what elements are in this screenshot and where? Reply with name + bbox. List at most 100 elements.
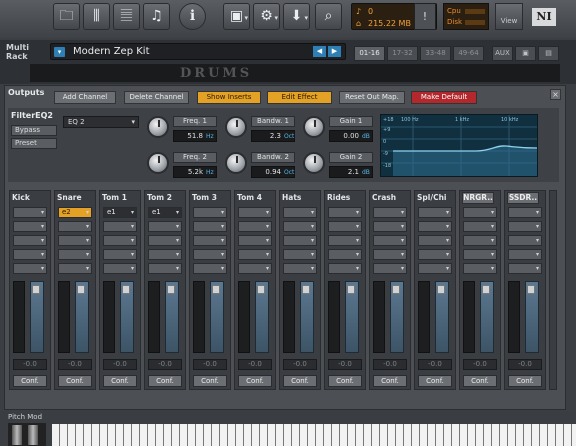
freq2-knob[interactable] [147, 152, 169, 174]
insert-slot[interactable] [328, 263, 362, 274]
search-icon[interactable]: ⌕ [315, 3, 342, 30]
fader-handle[interactable] [32, 285, 40, 294]
save-multi-icon[interactable]: ▣ [515, 46, 536, 61]
fader-handle[interactable] [527, 285, 535, 294]
info-icon[interactable]: ℹ [179, 3, 206, 30]
insert-slot[interactable] [418, 249, 452, 260]
insert-slot[interactable]: e1 [148, 207, 182, 218]
reset-out-map-button[interactable]: Reset Out Map. [339, 91, 405, 104]
insert-slot[interactable] [103, 221, 137, 232]
insert-slot[interactable] [463, 263, 497, 274]
insert-slot[interactable] [463, 221, 497, 232]
edit-effect-button[interactable]: Edit Effect [267, 91, 332, 104]
insert-slot[interactable] [193, 263, 227, 274]
gear-icon[interactable]: ⚙ [253, 3, 280, 31]
config-button[interactable]: Conf. [13, 375, 47, 387]
multi-name-field[interactable]: ▾ Modern Zep Kit ◀ ▶ [50, 43, 346, 60]
insert-slot[interactable] [418, 221, 452, 232]
volume-fader[interactable] [390, 281, 404, 353]
volume-value[interactable]: -0.0 [103, 359, 137, 370]
volume-fader[interactable] [75, 281, 89, 353]
config-button[interactable]: Conf. [328, 375, 362, 387]
gain1-knob[interactable] [303, 116, 325, 138]
volume-fader[interactable] [120, 281, 134, 353]
fader-handle[interactable] [257, 285, 265, 294]
show-inserts-button[interactable]: Show Inserts [197, 91, 261, 104]
volume-fader[interactable] [435, 281, 449, 353]
insert-slot[interactable] [328, 249, 362, 260]
volume-value[interactable]: -0.0 [238, 359, 272, 370]
piano-keyboard[interactable] [52, 424, 576, 446]
prev-arrow-icon[interactable]: ◀ [313, 46, 326, 57]
channel-name[interactable]: SSDR.. [507, 192, 539, 204]
volume-value[interactable]: -0.0 [463, 359, 497, 370]
insert-slot[interactable] [58, 263, 92, 274]
fader-handle[interactable] [167, 285, 175, 294]
freq1-knob[interactable] [147, 116, 169, 138]
insert-slot[interactable] [193, 221, 227, 232]
insert-slot[interactable] [58, 221, 92, 232]
insert-slot[interactable]: e2 [58, 207, 92, 218]
insert-slot[interactable] [103, 249, 137, 260]
insert-slot[interactable] [148, 221, 182, 232]
insert-slot[interactable] [193, 249, 227, 260]
insert-slot[interactable] [13, 207, 47, 218]
insert-slot[interactable] [148, 263, 182, 274]
eq-frequency-graph[interactable]: +18 +9 0 -9 -18 100 Hz 1 kHz 10 kHz [380, 114, 538, 177]
mod-wheel[interactable] [28, 425, 38, 445]
chevron-down-icon[interactable]: ▾ [54, 47, 65, 57]
config-button[interactable]: Conf. [463, 375, 497, 387]
volume-value[interactable]: -0.0 [193, 359, 227, 370]
volume-fader[interactable] [480, 281, 494, 353]
insert-slot[interactable] [13, 221, 47, 232]
save-icon[interactable]: ▣ [223, 3, 250, 31]
insert-slot[interactable] [193, 207, 227, 218]
insert-slot[interactable] [508, 221, 542, 232]
fader-handle[interactable] [347, 285, 355, 294]
volume-fader[interactable] [30, 281, 44, 353]
bandw2-knob[interactable] [225, 152, 247, 174]
insert-slot[interactable] [373, 249, 407, 260]
volume-fader[interactable] [525, 281, 539, 353]
insert-slot[interactable] [283, 263, 317, 274]
insert-slot[interactable] [283, 207, 317, 218]
warning-button[interactable]: ! [414, 3, 436, 30]
volume-fader[interactable] [165, 281, 179, 353]
bypass-button[interactable]: Bypass [11, 125, 57, 136]
tab-01-16[interactable]: 01-16 [354, 46, 385, 61]
config-button[interactable]: Conf. [283, 375, 317, 387]
keyboard-icon[interactable]: 𝄚 [113, 3, 140, 30]
config-button[interactable]: Conf. [508, 375, 542, 387]
insert-slot[interactable] [193, 235, 227, 246]
config-button[interactable]: Conf. [103, 375, 137, 387]
insert-slot[interactable] [418, 207, 452, 218]
config-button[interactable]: Conf. [238, 375, 272, 387]
insert-slot[interactable] [508, 249, 542, 260]
make-default-button[interactable]: Make Default [411, 91, 477, 104]
fader-handle[interactable] [122, 285, 130, 294]
insert-slot[interactable] [148, 249, 182, 260]
volume-value[interactable]: -0.0 [328, 359, 362, 370]
gain2-knob[interactable] [303, 152, 325, 174]
fader-handle[interactable] [302, 285, 310, 294]
mixer-icon[interactable]: ⫼ [83, 3, 110, 30]
volume-value[interactable]: -0.0 [508, 359, 542, 370]
insert-slot[interactable] [103, 235, 137, 246]
volume-fader[interactable] [210, 281, 224, 353]
insert-slot[interactable] [463, 235, 497, 246]
folder-icon[interactable]: 🗀 [53, 3, 80, 30]
insert-slot[interactable] [463, 207, 497, 218]
config-button[interactable]: Conf. [148, 375, 182, 387]
insert-slot[interactable] [238, 235, 272, 246]
close-icon[interactable]: × [550, 89, 561, 100]
view-button[interactable]: View [495, 3, 523, 30]
volume-fader[interactable] [345, 281, 359, 353]
insert-slot[interactable] [508, 207, 542, 218]
insert-slot[interactable] [463, 249, 497, 260]
download-icon[interactable]: ⬇ [283, 3, 310, 31]
insert-slot[interactable] [148, 235, 182, 246]
insert-slot[interactable] [418, 235, 452, 246]
volume-value[interactable]: -0.0 [13, 359, 47, 370]
pitch-mod-wheels[interactable] [8, 423, 46, 446]
insert-slot[interactable] [13, 235, 47, 246]
